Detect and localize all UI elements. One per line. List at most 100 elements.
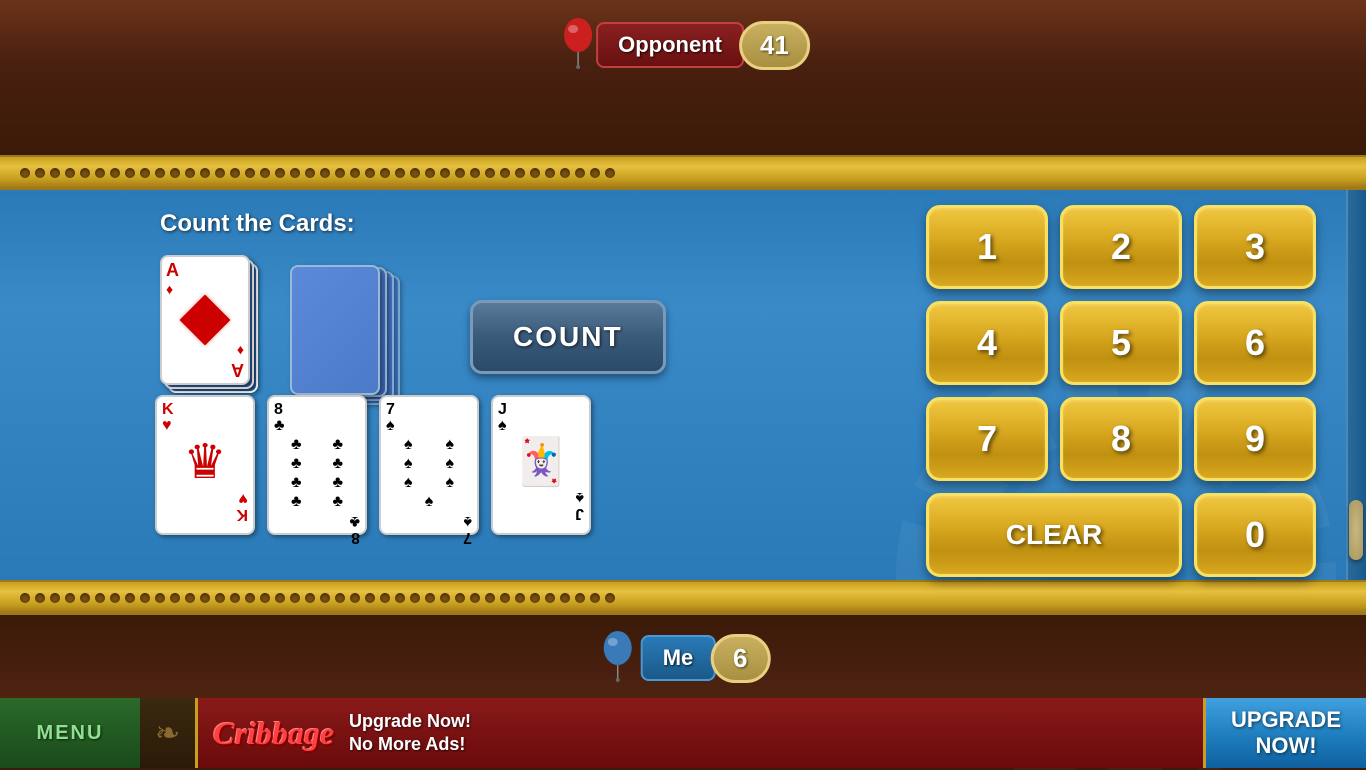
me-balloon-icon bbox=[596, 628, 641, 688]
track-hole bbox=[440, 593, 450, 603]
track-hole bbox=[575, 593, 585, 603]
track-hole bbox=[95, 593, 105, 603]
app: Opponent 41 Count the Cards: A♦ A♦ COUNT bbox=[0, 0, 1366, 768]
hand-cards-row: K♥ ♛ K♥ 8♣ ♣♣ ♣♣ ♣♣ ♣♣ 8♣ 7♠ ♠♠ ♠♠ ♠♠ ♠ bbox=[155, 395, 591, 535]
ad-text: Upgrade Now! No More Ads! bbox=[349, 710, 471, 757]
track-hole bbox=[65, 593, 75, 603]
track-hole bbox=[470, 168, 480, 178]
king-face: ♛ bbox=[162, 434, 248, 490]
track-hole bbox=[200, 168, 210, 178]
track-hole bbox=[545, 593, 555, 603]
track-hole bbox=[50, 168, 60, 178]
track-hole bbox=[305, 168, 315, 178]
track-hole bbox=[155, 168, 165, 178]
track-hole bbox=[380, 168, 390, 178]
opponent-display: Opponent 41 bbox=[556, 15, 810, 75]
track-hole bbox=[170, 593, 180, 603]
track-hole bbox=[215, 168, 225, 178]
track-hole bbox=[350, 593, 360, 603]
track-hole bbox=[395, 168, 405, 178]
scroll-thumb[interactable] bbox=[1349, 500, 1363, 560]
track-hole bbox=[350, 168, 360, 178]
fleur-icon: ❧ bbox=[155, 716, 180, 751]
track-hole bbox=[290, 168, 300, 178]
num-button-6[interactable]: 6 bbox=[1194, 301, 1316, 385]
track-hole bbox=[365, 593, 375, 603]
track-hole bbox=[395, 593, 405, 603]
track-hole bbox=[305, 593, 315, 603]
eight-clubs-pips: ♣♣ ♣♣ ♣♣ ♣♣ bbox=[274, 434, 360, 513]
track-hole bbox=[410, 168, 420, 178]
track-hole bbox=[155, 593, 165, 603]
card-stack: A♦ A♦ bbox=[160, 255, 260, 395]
num-button-9[interactable]: 9 bbox=[1194, 397, 1316, 481]
king-rank-top: K♥ bbox=[162, 402, 248, 434]
track-hole bbox=[320, 168, 330, 178]
track-hole bbox=[275, 593, 285, 603]
track-hole bbox=[80, 593, 90, 603]
ace-rank-bottom: A♦ bbox=[166, 343, 244, 379]
track-hole bbox=[560, 168, 570, 178]
track-hole bbox=[590, 168, 600, 178]
track-hole bbox=[20, 593, 30, 603]
track-hole bbox=[215, 593, 225, 603]
track-hole bbox=[140, 593, 150, 603]
track-hole bbox=[485, 168, 495, 178]
seven-rank-bottom: 7♠ bbox=[386, 513, 472, 545]
num-button-0[interactable]: 0 bbox=[1194, 493, 1316, 577]
num-button-5[interactable]: 5 bbox=[1060, 301, 1182, 385]
ace-diamond-center bbox=[166, 302, 244, 338]
track-hole bbox=[170, 168, 180, 178]
card-back-top bbox=[290, 265, 380, 395]
fleur-decoration: ❧ bbox=[140, 698, 195, 768]
track-hole bbox=[65, 168, 75, 178]
track-hole bbox=[275, 168, 285, 178]
seven-spades-pips: ♠♠ ♠♠ ♠♠ ♠ bbox=[386, 434, 472, 513]
track-hole bbox=[470, 593, 480, 603]
num-button-7[interactable]: 7 bbox=[926, 397, 1048, 481]
me-display: Me 6 bbox=[596, 628, 771, 688]
track-hole bbox=[35, 593, 45, 603]
clear-button[interactable]: CLEAR bbox=[926, 493, 1182, 577]
ad-text-line1: Upgrade Now! bbox=[349, 710, 471, 733]
ad-logo: Cribbage bbox=[213, 715, 334, 752]
track-hole bbox=[425, 593, 435, 603]
track-hole bbox=[335, 593, 345, 603]
track-hole bbox=[575, 168, 585, 178]
num-button-3[interactable]: 3 bbox=[1194, 205, 1316, 289]
count-button[interactable]: COUNT bbox=[470, 300, 666, 374]
track-hole bbox=[320, 593, 330, 603]
track-hole bbox=[500, 593, 510, 603]
track-hole bbox=[245, 168, 255, 178]
track-hole bbox=[500, 168, 510, 178]
num-button-2[interactable]: 2 bbox=[1060, 205, 1182, 289]
jack-of-spades-card: J♠ 🃏 J♠ bbox=[491, 395, 591, 535]
me-label: Me bbox=[641, 635, 716, 681]
scroll-handle-right bbox=[1346, 190, 1366, 580]
count-instruction: Count the Cards: bbox=[160, 210, 355, 238]
ad-banner: Cribbage Upgrade Now! No More Ads! bbox=[195, 698, 1206, 768]
opponent-balloon-icon bbox=[556, 15, 601, 75]
num-button-8[interactable]: 8 bbox=[1060, 397, 1182, 481]
track-hole bbox=[125, 593, 135, 603]
menu-button[interactable]: MENU bbox=[0, 698, 140, 768]
jack-rank-top: J♠ bbox=[498, 402, 584, 434]
track-hole bbox=[260, 168, 270, 178]
track-hole bbox=[530, 593, 540, 603]
track-hole bbox=[110, 168, 120, 178]
ace-of-diamonds-card: A♦ A♦ bbox=[160, 255, 250, 385]
track-hole bbox=[485, 593, 495, 603]
track-hole bbox=[245, 593, 255, 603]
num-button-1[interactable]: 1 bbox=[926, 205, 1048, 289]
crib-track-bottom bbox=[0, 580, 1366, 615]
track-hole bbox=[95, 168, 105, 178]
track-holes-bottom bbox=[20, 593, 615, 603]
seven-rank-top: 7♠ bbox=[386, 402, 472, 434]
upgrade-now-button[interactable]: UPGRADENOW! bbox=[1206, 698, 1366, 768]
track-hole bbox=[230, 593, 240, 603]
track-hole bbox=[200, 593, 210, 603]
track-hole bbox=[35, 168, 45, 178]
num-button-4[interactable]: 4 bbox=[926, 301, 1048, 385]
bottom-bar: MENU ❧ Cribbage Upgrade Now! No More Ads… bbox=[0, 698, 1366, 768]
diamond-pip bbox=[180, 295, 231, 346]
